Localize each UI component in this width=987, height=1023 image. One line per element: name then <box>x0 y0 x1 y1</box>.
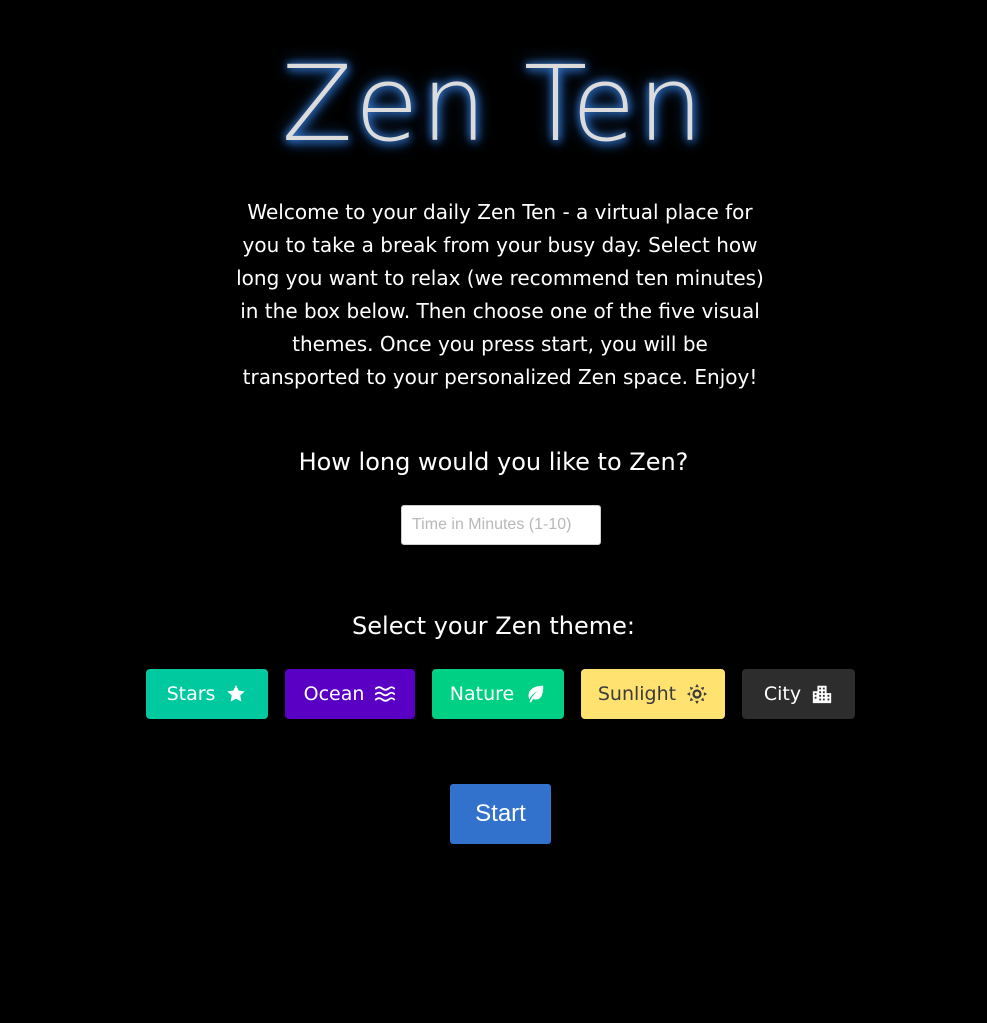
theme-button-ocean[interactable]: Ocean <box>285 669 415 719</box>
start-button[interactable]: Start <box>450 784 551 844</box>
theme-button-nature[interactable]: Nature <box>432 669 564 719</box>
sun-icon <box>686 683 708 705</box>
intro-text: Welcome to your daily Zen Ten - a virtua… <box>236 200 764 389</box>
theme-button-stars[interactable]: Stars <box>146 669 268 719</box>
city-icon <box>811 683 833 705</box>
duration-question: How long would you like to Zen? <box>298 448 689 476</box>
theme-button-sunlight[interactable]: Sunlight <box>581 669 725 719</box>
theme-button-label: Nature <box>449 683 515 705</box>
time-minutes-input[interactable] <box>401 505 601 545</box>
theme-button-city[interactable]: City <box>742 669 855 719</box>
theme-button-label: Sunlight <box>597 683 677 705</box>
leaf-icon <box>524 683 546 705</box>
theme-button-label: Ocean <box>303 683 365 705</box>
theme-heading: Select your Zen theme: <box>352 612 635 640</box>
water-icon <box>374 683 396 705</box>
theme-button-label: Stars <box>166 683 216 705</box>
theme-button-label: City <box>763 683 802 705</box>
page-title: Zen Ten <box>281 43 706 165</box>
star-icon <box>225 683 247 705</box>
